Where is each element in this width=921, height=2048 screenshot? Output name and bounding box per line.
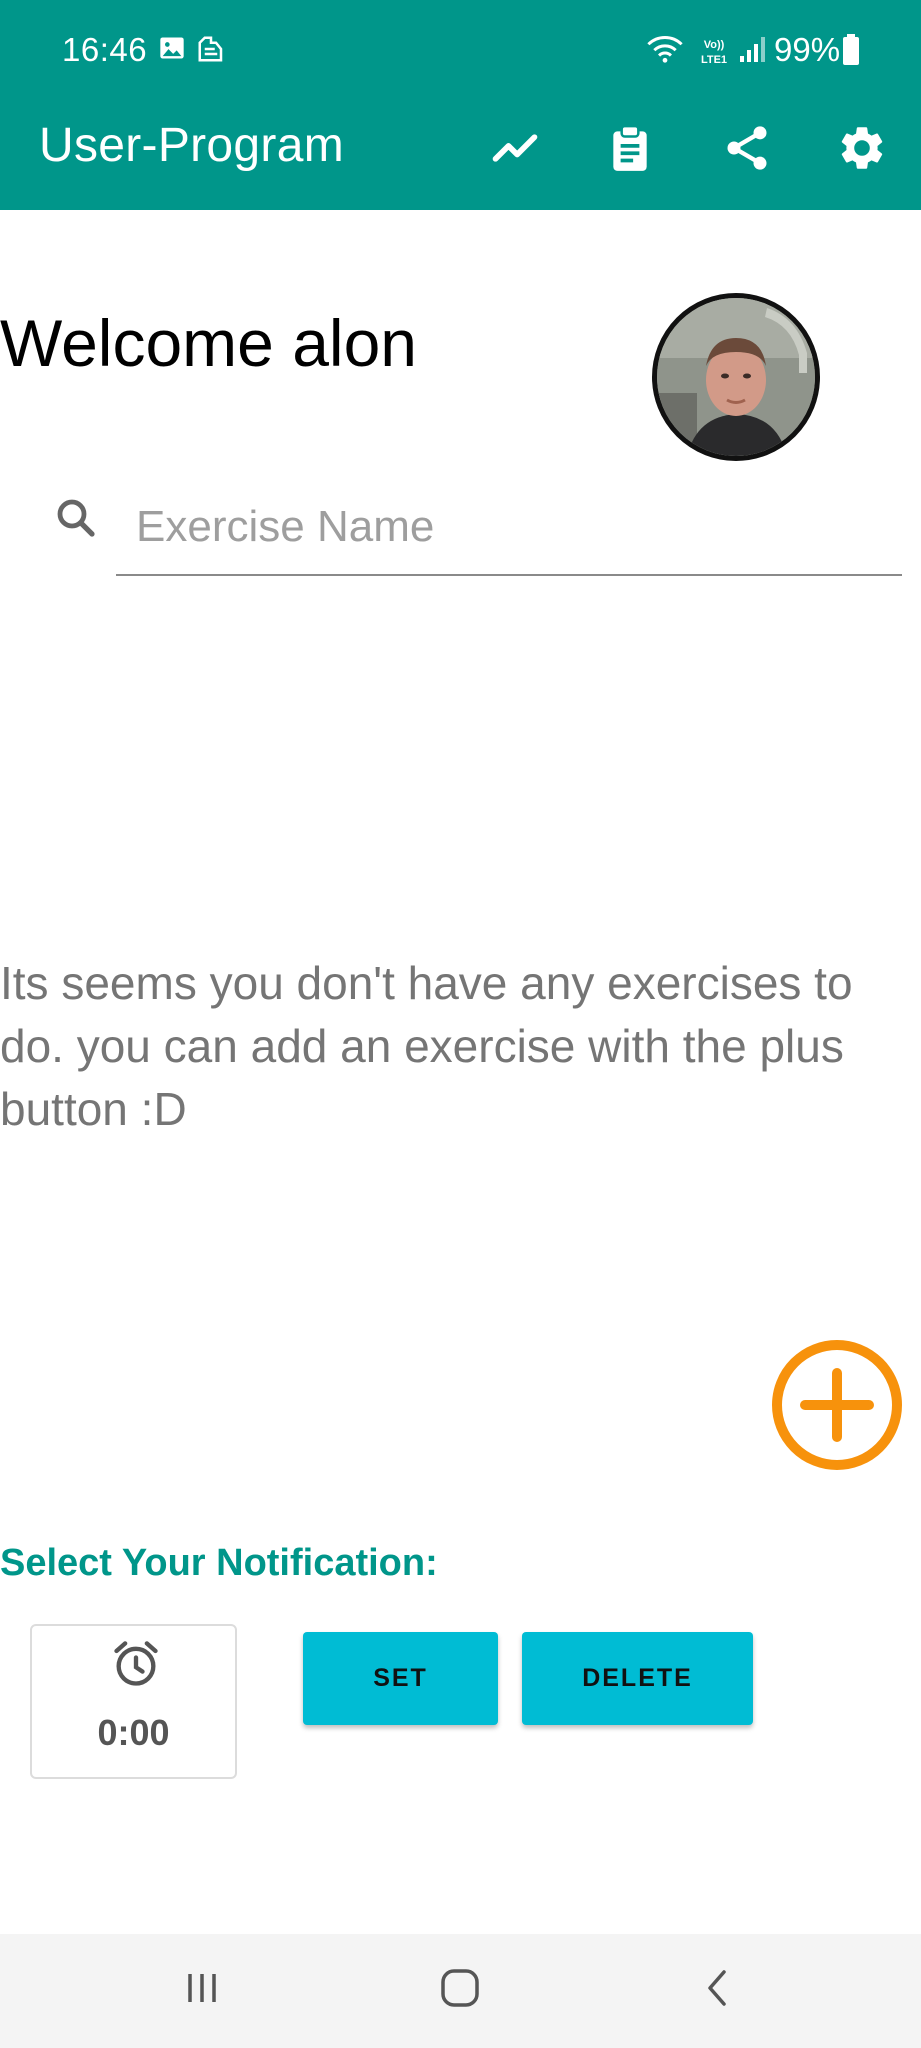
time-value: 0:00 bbox=[97, 1712, 170, 1753]
app-title: User-Program bbox=[39, 119, 344, 172]
alarm-icon bbox=[110, 1638, 162, 1690]
exercise-search-input[interactable] bbox=[116, 480, 902, 576]
status-bar: 16:46 Vo)) LTE1 99% bbox=[0, 0, 921, 100]
status-time: 16:46 bbox=[62, 31, 148, 68]
plus-circle-icon bbox=[770, 1340, 904, 1476]
clipboard-icon bbox=[605, 123, 655, 178]
avatar[interactable] bbox=[652, 293, 820, 461]
volte-icon: Vo)) LTE1 bbox=[696, 36, 732, 71]
settings-icon bbox=[836, 122, 888, 179]
search-icon bbox=[52, 494, 100, 542]
add-exercise-button[interactable] bbox=[770, 1338, 904, 1472]
gallery-icon bbox=[158, 34, 186, 67]
svg-text:LTE1: LTE1 bbox=[701, 54, 727, 66]
recent-apps-button[interactable] bbox=[166, 1954, 238, 2026]
set-button[interactable]: SET bbox=[303, 1632, 498, 1725]
recent-apps-icon bbox=[182, 1968, 222, 2013]
back-button[interactable] bbox=[682, 1954, 754, 2026]
home-button[interactable] bbox=[424, 1954, 496, 2026]
battery-percent: 99% bbox=[774, 31, 841, 68]
statistics-button[interactable] bbox=[483, 118, 547, 182]
notification-icon bbox=[196, 34, 226, 69]
delete-button[interactable]: DELETE bbox=[522, 1632, 753, 1725]
home-icon bbox=[438, 1966, 482, 2015]
empty-exercises-message: Its seems you don't have any exercises t… bbox=[0, 957, 853, 1135]
notification-title: Select Your Notification: bbox=[0, 1542, 438, 1584]
svg-text:Vo)): Vo)) bbox=[704, 39, 725, 51]
share-icon bbox=[721, 122, 773, 179]
settings-button[interactable] bbox=[830, 118, 894, 182]
battery-icon bbox=[842, 34, 860, 71]
app-bar: User-Program bbox=[0, 100, 921, 210]
welcome-text: Welcome alon bbox=[0, 306, 417, 380]
time-picker[interactable]: 0:00 bbox=[30, 1624, 237, 1779]
clipboard-button[interactable] bbox=[598, 118, 662, 182]
share-button[interactable] bbox=[715, 118, 779, 182]
signal-icon bbox=[738, 34, 768, 69]
back-icon bbox=[698, 1966, 738, 2015]
trending-icon bbox=[489, 122, 541, 179]
wifi-icon bbox=[646, 34, 684, 69]
system-navigation-bar bbox=[0, 1934, 921, 2048]
